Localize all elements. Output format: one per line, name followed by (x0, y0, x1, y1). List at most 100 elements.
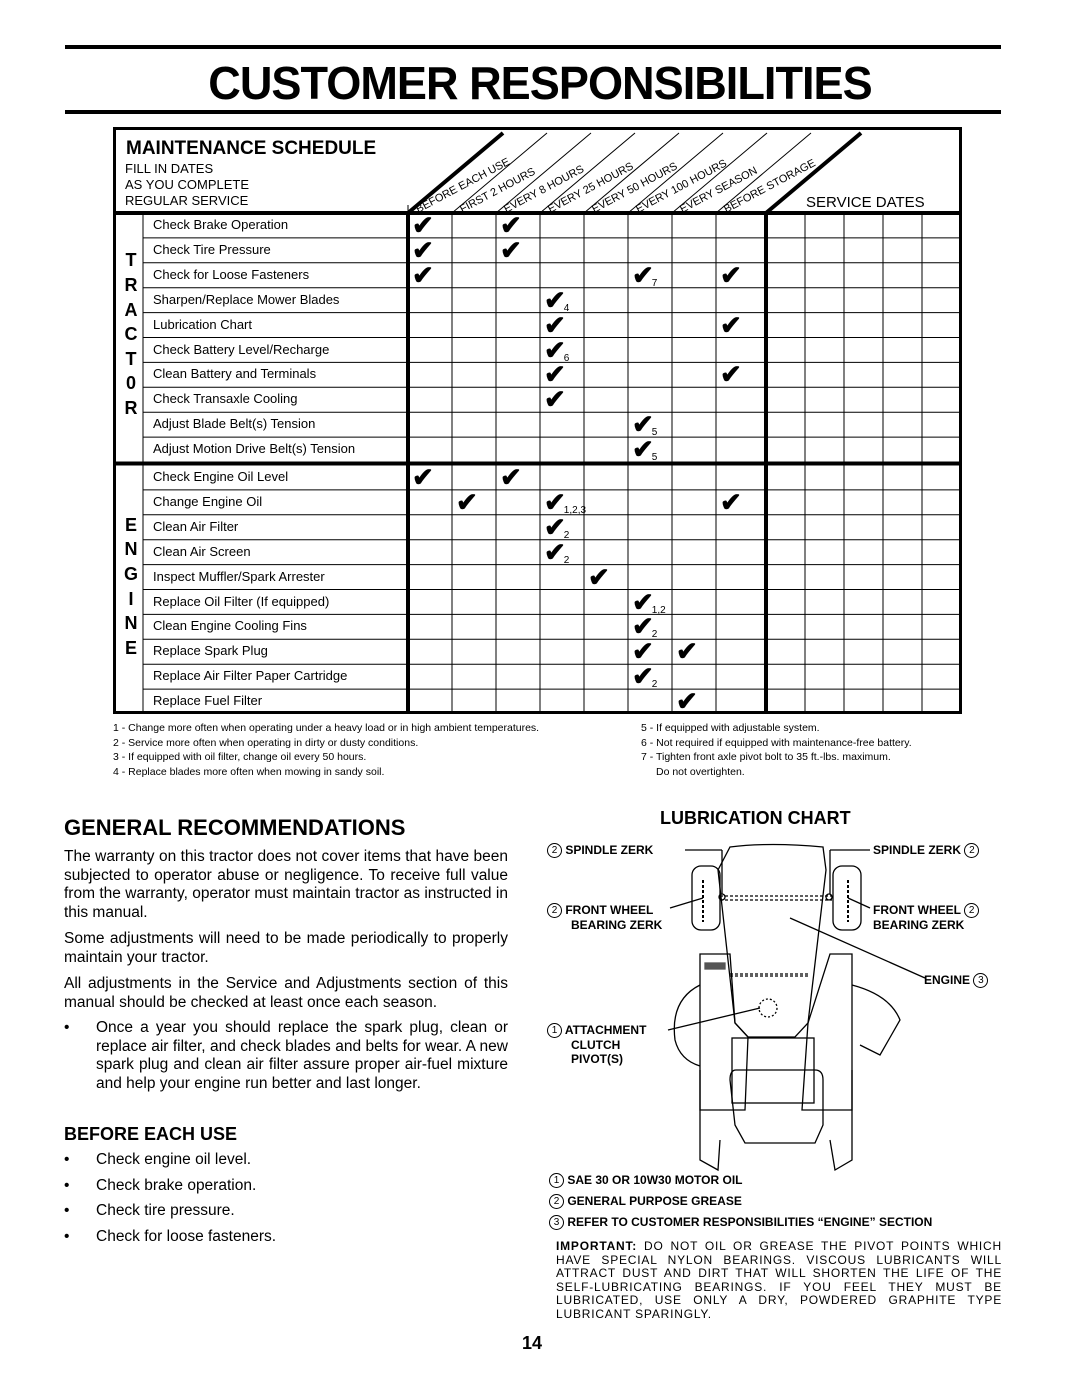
check-mark-icon: ✔ (676, 636, 698, 667)
circled-number: 2 (547, 903, 562, 919)
rear-fender-right (851, 984, 901, 1056)
check-mark-icon: ✔ (720, 259, 742, 290)
maintenance-schedule-table: MAINTENANCE SCHEDULE FILL IN DATES AS YO… (113, 127, 962, 714)
footnote-ref: 2 (563, 554, 570, 566)
body-right (801, 953, 853, 1111)
legend-item: 2 GENERAL PURPOSE GREASE (549, 1194, 742, 1210)
check-mark-icon: ✔ (412, 234, 434, 265)
check-mark-icon: ✔2 (544, 536, 570, 567)
section-letter: T (125, 250, 137, 271)
footnote-ref: 7 (651, 277, 658, 289)
legend-item: 1 SAE 30 OR 10W30 MOTOR OIL (549, 1173, 743, 1189)
task-label: Check Battery Level/Recharge (153, 341, 330, 357)
seat (729, 1069, 824, 1144)
general-bullet-text: Once a year you should replace the spark… (96, 1019, 508, 1092)
check-mark-icon: ✔ (720, 486, 742, 517)
important-label: IMPORTANT: (556, 1239, 638, 1253)
legend-text: REFER TO CUSTOMER RESPONSIBILITIES “ENGI… (567, 1215, 933, 1229)
body-left (699, 953, 749, 1111)
general-recommendations-heading: GENERAL RECOMMENDATIONS (64, 815, 406, 840)
task-label: Replace Oil Filter (If equipped) (153, 593, 330, 609)
task-label: Inspect Muffler/Spark Arrester (153, 568, 325, 584)
page-number: 14 (522, 1333, 543, 1353)
task-label: Check Engine Oil Level (153, 469, 289, 484)
footnote: 4 - Replace blades more often when mowin… (113, 765, 385, 778)
leader-wheel-right (847, 897, 871, 909)
task-label: Adjust Motion Drive Belt(s) Tension (153, 441, 356, 457)
section-letter: N (124, 539, 138, 560)
check-mark-icon: ✔5 (632, 434, 658, 465)
bullet-icon: • (64, 1151, 70, 1168)
task-label: Replace Spark Plug (153, 643, 268, 659)
circled-number: 2 (549, 1194, 564, 1210)
circled-number: 3 (549, 1215, 564, 1231)
task-label: Check Brake Operation (153, 217, 289, 232)
footnote: 3 - If equipped with oil filter, change … (113, 751, 367, 763)
check-mark-icon: ✔2 (632, 661, 658, 692)
check-mark-icon: ✔1,2,3 (544, 486, 587, 517)
bullet-icon: • (64, 1227, 70, 1245)
footnote: 6 - Not required if equipped with mainte… (641, 736, 912, 749)
section-letter: T (125, 348, 137, 369)
section-letter: N (124, 613, 138, 634)
rear-wheels (699, 1070, 853, 1172)
circled-number: 1 (549, 1173, 564, 1189)
legend-item: 3 REFER TO CUSTOMER RESPONSIBILITIES “EN… (549, 1215, 933, 1231)
footnote: 5 - If equipped with adjustable system. (641, 722, 820, 734)
leader-wheel-left (669, 897, 704, 909)
bullet-icon: • (64, 1176, 70, 1194)
check-mark-icon: ✔7 (632, 259, 658, 290)
general-paragraph-2: Some adjustments will need to be made pe… (64, 930, 508, 966)
task-label: Check Transaxle Cooling (153, 391, 298, 407)
task-label: Clean Air Filter (153, 518, 239, 534)
bullet-icon: • (64, 1019, 70, 1036)
title-rule (65, 110, 1001, 114)
circled-number: 2 (964, 843, 980, 859)
task-label: Clean Engine Cooling Fins (153, 618, 307, 634)
section-letter: A (124, 299, 138, 320)
check-mark-icon: ✔ (456, 486, 478, 517)
label-front-wheel-right: FRONT WHEEL 2 BEARING ZERK (873, 903, 980, 932)
label-front-wheel-left: 2 FRONT WHEEL BEARING ZERK (547, 903, 662, 932)
label-spindle-zerk-left: 2 SPINDLE ZERK (547, 843, 653, 859)
label-attachment-clutch: 1 ATTACHMENT CLUTCH PIVOT(S) (547, 1023, 646, 1066)
circled-number: 2 (547, 843, 562, 859)
before-each-use-text: Check tire pressure. (96, 1202, 235, 1219)
legend-text: SAE 30 OR 10W30 MOTOR OIL (567, 1173, 743, 1187)
section-letter: R (124, 275, 138, 295)
footnote: 1 - Change more often when operating und… (113, 722, 540, 734)
section-letter: 0 (125, 373, 136, 394)
check-mark-icon: ✔ (412, 259, 434, 290)
before-each-use-text: Check brake operation. (96, 1176, 257, 1194)
top-rule (65, 45, 1001, 49)
check-mark-icon: ✔2 (544, 511, 570, 542)
section-letter: G (123, 563, 138, 584)
leader-clutch (667, 1007, 761, 1031)
footnote: 2 - Service more often when operating in… (113, 736, 419, 749)
check-mark-icon: ✔4 (544, 284, 570, 315)
front-wheel-left (691, 865, 721, 931)
footnote-ref: 5 (651, 452, 658, 464)
label-spindle-zerk-right: SPINDLE ZERK 2 (873, 843, 980, 859)
check-mark-icon: ✔ (588, 561, 610, 592)
task-label: Replace Fuel Filter (153, 693, 263, 709)
legend-text: GENERAL PURPOSE GREASE (567, 1194, 742, 1208)
important-note: IMPORTANT: DO NOT OIL OR GREASE THE PIVO… (556, 1239, 1002, 1321)
task-label: Sharpen/Replace Mower Blades (153, 291, 340, 307)
section-letter: E (124, 637, 137, 658)
check-mark-icon: ✔ (720, 359, 742, 390)
task-label: Clean Air Screen (153, 543, 251, 559)
check-mark-icon: ✔ (720, 309, 742, 340)
lubrication-chart-heading: LUBRICATION CHART (660, 808, 851, 828)
task-label: Adjust Blade Belt(s) Tension (153, 416, 316, 432)
before-each-use-text: Check for loose fasteners. (96, 1227, 277, 1245)
check-mark-icon: ✔ (676, 686, 698, 717)
circled-number: 3 (973, 973, 989, 989)
before-each-use-text: Check engine oil level. (96, 1151, 252, 1168)
section-letter: I (128, 588, 134, 609)
general-paragraph-3: All adjustments in the Service and Adjus… (64, 975, 508, 1011)
check-mark-icon: ✔ (412, 462, 434, 492)
footnote: Do not overtighten. (656, 765, 745, 778)
footnote-ref: 2 (651, 679, 658, 691)
task-label: Change Engine Oil (153, 493, 263, 509)
